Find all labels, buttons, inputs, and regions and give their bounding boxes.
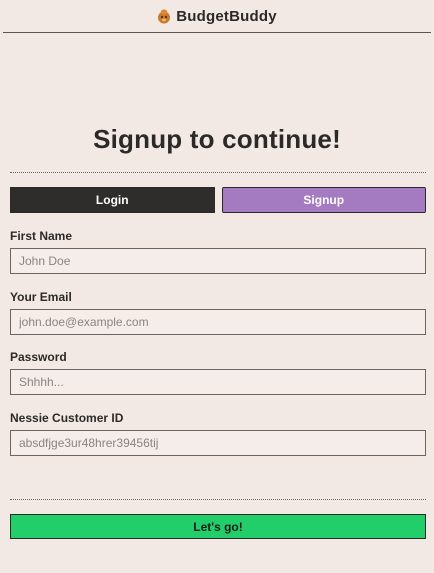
- email-label: Your Email: [10, 290, 72, 304]
- bottom-divider: [10, 499, 426, 500]
- page-title: Signup to continue!: [93, 124, 341, 154]
- email-input[interactable]: [10, 309, 426, 335]
- brand-name: BudgetBuddy: [176, 7, 277, 25]
- password-input[interactable]: [10, 369, 426, 395]
- auth-tabs: Login Signup: [10, 187, 426, 213]
- customer-id-label: Nessie Customer ID: [10, 411, 124, 425]
- submit-button[interactable]: Let's go!: [10, 514, 426, 539]
- tab-signup[interactable]: Signup: [221, 187, 426, 213]
- first-name-input[interactable]: [10, 248, 426, 274]
- top-divider: [10, 172, 426, 173]
- piggy-bank-icon: [158, 9, 171, 24]
- first-name-label: First Name: [10, 229, 73, 243]
- customer-id-input[interactable]: [10, 430, 426, 456]
- password-label: Password: [10, 350, 67, 364]
- top-bar: BudgetBuddy: [3, 0, 431, 33]
- tab-login[interactable]: Login: [10, 187, 215, 213]
